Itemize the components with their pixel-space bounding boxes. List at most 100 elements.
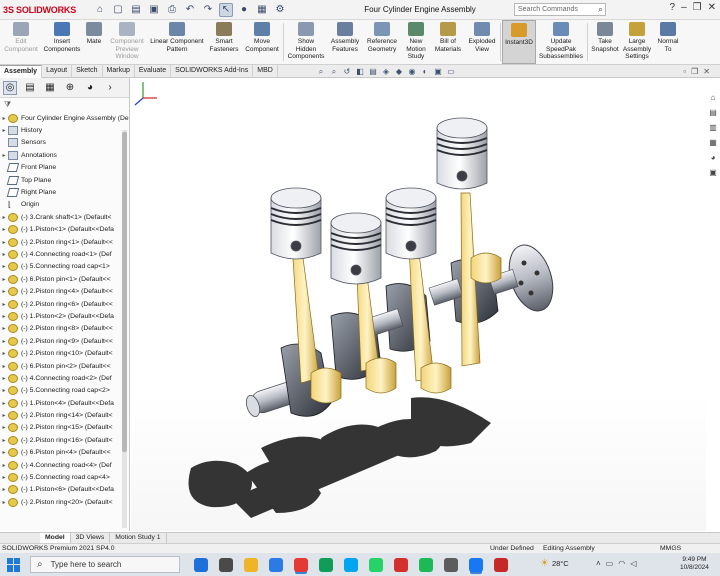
tree-item[interactable]: ▸ Annotations [0, 149, 129, 161]
tray-overflow-icon[interactable]: ˄ [596, 559, 601, 568]
taskbar-app-icon[interactable] [294, 557, 308, 572]
tab-mbd[interactable]: MBD [253, 65, 278, 78]
tree-item[interactable]: ▸ (-) 5.Connecting road cap<2> [0, 385, 129, 397]
property-manager-tab-icon[interactable]: ▤ [23, 81, 37, 95]
tree-expand-arrow[interactable]: ▸ [0, 127, 8, 134]
tree-expand-arrow[interactable]: ▸ [0, 338, 8, 345]
open-icon[interactable]: ▤ [129, 3, 143, 17]
filter-icon[interactable]: ⧩ [4, 100, 11, 110]
ribbon-button-insert-components[interactable]: Insert Components [42, 20, 82, 64]
taskbar-search-box[interactable]: ⌕ Type here to search [30, 556, 180, 573]
tree-expand-arrow[interactable]: ▸ [0, 239, 8, 246]
zoom-to-fit-icon[interactable]: ⌕ [316, 67, 326, 77]
ribbon-button-large-assembly-settings[interactable]: Large Assembly Settings [621, 20, 653, 64]
tree-item[interactable]: ▸ (-) 2.Piston ring<14> (Default< [0, 409, 129, 421]
tab-layout[interactable]: Layout [42, 65, 73, 78]
new-file-icon[interactable]: ▢ [111, 3, 125, 17]
ribbon-button-mate[interactable]: Mate [82, 20, 106, 64]
design-library-icon[interactable]: ▤ [708, 107, 719, 118]
ribbon-button-update-speedpak-subassemblies[interactable]: Update SpeedPak Subassemblies [536, 20, 586, 64]
tab-assembly[interactable]: Assembly [0, 65, 43, 78]
tree-expand-arrow[interactable]: ▸ [0, 412, 8, 419]
tree-expand-arrow[interactable]: ▸ [0, 499, 8, 506]
taskbar-app-icon[interactable] [194, 557, 208, 572]
taskbar-app-icon[interactable] [344, 557, 358, 572]
ribbon-button-linear-component-pattern[interactable]: Linear Component Pattern [148, 20, 206, 64]
tab-markup[interactable]: Markup [103, 65, 135, 78]
options-icon[interactable]: ⚙ [273, 3, 287, 17]
weather-widget[interactable]: ☀ 28°C [540, 558, 569, 569]
doc-restore-icon[interactable]: ❐ [691, 67, 698, 76]
edit-appearance-icon[interactable]: ◐ [420, 67, 430, 77]
tree-expand-arrow[interactable]: ▸ [0, 424, 8, 431]
tree-expand-arrow[interactable]: ▸ [0, 350, 8, 357]
taskbar-app-icon[interactable] [494, 557, 508, 572]
tree-item[interactable]: ▸ (-) 2.Piston ring<8> (Default<< [0, 323, 129, 335]
tree-scrollbar[interactable] [122, 130, 127, 528]
tab-solidworks-add-ins[interactable]: SOLIDWORKS Add-Ins [171, 65, 254, 78]
tree-expand-arrow[interactable]: ▸ [0, 226, 8, 233]
tree-item[interactable]: ▸ (-) 5.Connecting road cap<4> [0, 471, 129, 483]
tree-item[interactable]: ▸ (-) 2.Piston ring<4> (Default<< [0, 285, 129, 297]
hide-show-icon[interactable]: ◉ [407, 67, 417, 77]
tree-item[interactable]: Sensors [0, 137, 129, 149]
network-icon[interactable]: ▭ [606, 559, 614, 568]
bottom-tab-motion-study-1[interactable]: Motion Study 1 [110, 533, 167, 543]
windows-start-icon[interactable] [7, 557, 21, 572]
units-selector[interactable]: MMGS [660, 545, 681, 552]
apply-scene-icon[interactable]: ▣ [433, 67, 443, 77]
ribbon-button-normal-to[interactable]: Normal To [653, 20, 683, 64]
tree-item[interactable]: ▸ (-) 2.Piston ring<9> (Default<< [0, 335, 129, 347]
zoom-area-icon[interactable]: ⌕ [329, 67, 339, 77]
tree-item[interactable]: ▸ (-) 2.Piston ring<15> (Default< [0, 422, 129, 434]
tab-evaluate[interactable]: Evaluate [135, 65, 172, 78]
help-icon[interactable]: ? [670, 2, 676, 13]
tree-expand-arrow[interactable]: ▸ [0, 363, 8, 370]
undo-icon[interactable]: ↶ [183, 3, 197, 17]
tree-item[interactable]: Top Plane [0, 174, 129, 186]
tree-item[interactable]: ⌊ Origin [0, 199, 129, 211]
ribbon-button-show-hidden-components[interactable]: Show Hidden Components [285, 20, 327, 64]
print-icon[interactable]: ⎙ [165, 3, 179, 17]
panel-expand-icon[interactable]: › [103, 81, 117, 95]
view-orientation-icon[interactable]: ◈ [381, 67, 391, 77]
tree-root-arrow[interactable]: ▸ [0, 115, 8, 122]
tree-item[interactable]: ▸ (-) 2.Piston ring<20> (Default< [0, 496, 129, 508]
ribbon-button-instant3d[interactable]: Instant3D [502, 20, 536, 64]
previous-view-icon[interactable]: ↺ [342, 67, 352, 77]
taskbar-app-icon[interactable] [244, 557, 258, 572]
wifi-icon[interactable]: ◠ [618, 559, 625, 568]
tree-expand-arrow[interactable]: ▸ [0, 375, 8, 382]
tree-expand-arrow[interactable]: ▸ [0, 276, 8, 283]
section-view-icon[interactable]: ◧ [355, 67, 365, 77]
tree-item[interactable]: ▸ (-) 1.Piston<4> (Default<<Defa [0, 397, 129, 409]
home-icon[interactable]: ⌂ [93, 3, 107, 17]
tree-item[interactable]: ▸ (-) 2.Piston ring<1> (Default<< [0, 236, 129, 248]
file-explorer-icon[interactable]: ▥ [708, 122, 719, 133]
tree-expand-arrow[interactable]: ▸ [0, 325, 8, 332]
file-props-icon[interactable]: ▦ [255, 3, 269, 17]
tree-item[interactable]: ▸ (-) 4.Connecting road<2> (Def [0, 372, 129, 384]
bottom-tab-model[interactable]: Model [40, 533, 71, 543]
tree-item[interactable]: Front Plane [0, 162, 129, 174]
volume-icon[interactable]: ◁ [630, 559, 636, 568]
taskbar-app-icon[interactable] [419, 557, 433, 572]
ribbon-button-assembly-features[interactable]: Assembly Features [327, 20, 363, 64]
taskbar-app-icon[interactable] [219, 557, 233, 572]
ribbon-button-reference-geometry[interactable]: Reference Geometry [363, 20, 401, 64]
traffic-light-icon[interactable]: ● [237, 3, 251, 17]
search-icon[interactable]: ⌕ [598, 4, 603, 15]
taskbar-app-icon[interactable] [394, 557, 408, 572]
view-settings-icon[interactable]: ▭ [446, 67, 456, 77]
tree-expand-arrow[interactable]: ▸ [0, 301, 8, 308]
tree-item[interactable]: ▸ (-) 2.Piston ring<10> (Default< [0, 347, 129, 359]
search-commands-input[interactable]: Search Commands ⌕ [514, 3, 606, 16]
tree-item[interactable]: ▸ (-) 1.Piston<1> (Default<<Defa [0, 224, 129, 236]
ribbon-button-bill-of-materials[interactable]: Bill of Materials [431, 20, 465, 64]
taskbar-app-icon[interactable] [369, 557, 383, 572]
ribbon-button-new-motion-study[interactable]: New Motion Study [401, 20, 431, 64]
tree-item[interactable]: ▸ History [0, 124, 129, 136]
appearances-icon[interactable]: ◕ [708, 152, 719, 163]
tree-item[interactable]: ▸ (-) 3.Crank shaft<1> (Default< [0, 211, 129, 223]
tree-item[interactable]: ▸ (-) 4.Connecting road<4> (Def [0, 459, 129, 471]
